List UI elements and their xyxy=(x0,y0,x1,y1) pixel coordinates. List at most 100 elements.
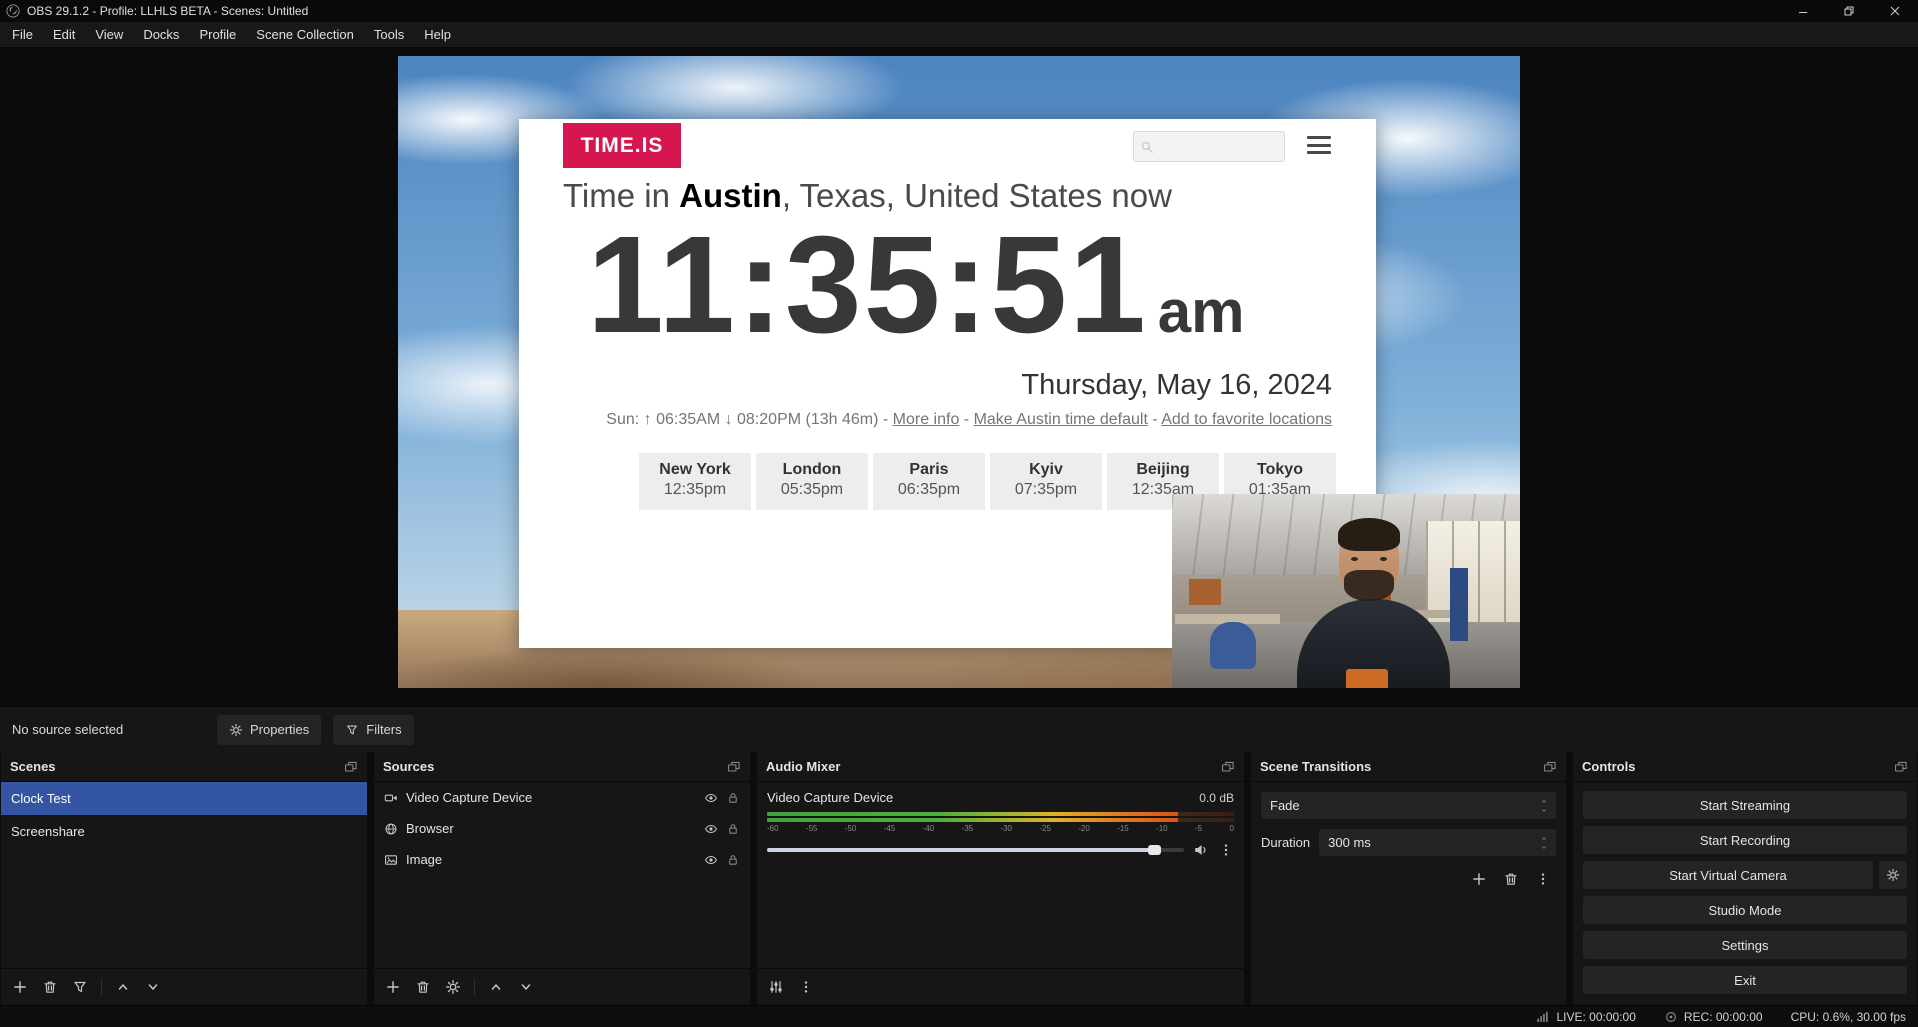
live-time: LIVE: 00:00:00 xyxy=(1556,1010,1635,1024)
advanced-audio-button[interactable] xyxy=(763,974,789,1000)
transition-menu-button[interactable] xyxy=(1530,866,1556,892)
move-scene-up-button[interactable] xyxy=(110,974,136,1000)
move-source-up-button[interactable] xyxy=(483,974,509,1000)
city-kyiv[interactable]: Kyiv07:35pm xyxy=(990,453,1102,510)
controls-dock-header: Controls xyxy=(1573,752,1917,782)
source-item-browser[interactable]: Browser xyxy=(374,813,750,844)
timeis-date: Thursday, May 16, 2024 xyxy=(1021,369,1332,402)
dock-popout-icon xyxy=(1894,760,1908,774)
stream-status-icon xyxy=(1536,1010,1550,1024)
person-head xyxy=(1339,521,1399,599)
add-favorite-link[interactable]: Add to favorite locations xyxy=(1161,411,1332,428)
close-button[interactable] xyxy=(1872,0,1918,22)
city-newyork[interactable]: New York12:35pm xyxy=(639,453,751,510)
city-london[interactable]: London05:35pm xyxy=(756,453,868,510)
dock-popout-icon xyxy=(344,760,358,774)
scene-filters-button[interactable] xyxy=(67,974,93,1000)
menu-item-tools[interactable]: Tools xyxy=(364,22,414,47)
add-scene-button[interactable] xyxy=(7,974,33,1000)
menu-item-view[interactable]: View xyxy=(85,22,133,47)
controls-panel-title: Controls xyxy=(1582,759,1635,774)
move-scene-down-button[interactable] xyxy=(140,974,166,1000)
virtual-camera-settings-button[interactable] xyxy=(1879,861,1907,889)
properties-button[interactable]: Properties xyxy=(217,715,321,745)
controls-dock: Controls Start Streaming Start Recording… xyxy=(1573,752,1917,1005)
mixer-dock-header: Audio Mixer xyxy=(757,752,1244,782)
city-paris[interactable]: Paris06:35pm xyxy=(873,453,985,510)
add-source-button[interactable] xyxy=(380,974,406,1000)
rec-time: REC: 00:00:00 xyxy=(1684,1010,1763,1024)
remove-source-button[interactable] xyxy=(410,974,436,1000)
camera-icon xyxy=(384,791,398,805)
start-recording-button[interactable]: Start Recording xyxy=(1583,826,1907,854)
mixer-channel-menu-icon[interactable] xyxy=(1218,842,1234,858)
visibility-icon[interactable] xyxy=(704,822,718,836)
more-info-link[interactable]: More info xyxy=(893,411,960,428)
move-source-down-button[interactable] xyxy=(513,974,539,1000)
city-name: New York xyxy=(639,461,751,479)
make-default-link[interactable]: Make Austin time default xyxy=(974,411,1148,428)
menu-item-profile[interactable]: Profile xyxy=(189,22,246,47)
meter-scale-label: -15 xyxy=(1117,824,1129,833)
meter-scale-label: -50 xyxy=(845,824,857,833)
minimize-button[interactable] xyxy=(1780,0,1826,22)
meter-scale-label: -40 xyxy=(923,824,935,833)
duration-decrease-icon[interactable] xyxy=(1538,844,1550,851)
duration-increase-icon[interactable] xyxy=(1538,835,1550,842)
city-time: 06:35pm xyxy=(873,481,985,499)
dock-area: Scenes Clock Test Screenshare Sources xyxy=(0,752,1918,1005)
menu-item-help[interactable]: Help xyxy=(414,22,461,47)
chevron-up-icon xyxy=(1538,798,1550,805)
duration-spinbox[interactable]: 300 ms xyxy=(1319,829,1556,856)
visibility-icon[interactable] xyxy=(704,791,718,805)
scene-item-screenshare[interactable]: Screenshare xyxy=(1,815,367,848)
speaker-icon[interactable] xyxy=(1193,842,1209,858)
filters-button[interactable]: Filters xyxy=(333,715,413,745)
exit-button[interactable]: Exit xyxy=(1583,966,1907,994)
source-item-image[interactable]: Image xyxy=(374,844,750,875)
filters-label: Filters xyxy=(366,722,401,737)
source-item-video-capture[interactable]: Video Capture Device xyxy=(374,782,750,813)
volume-slider[interactable] xyxy=(767,848,1184,852)
sun-info-line: Sun: ↑ 06:35AM ↓ 08:20PM (13h 46m) - Mor… xyxy=(606,411,1332,429)
hamburger-menu-icon[interactable] xyxy=(1307,136,1331,154)
search-icon xyxy=(1140,140,1154,154)
settings-button[interactable]: Settings xyxy=(1583,931,1907,959)
volume-slider-handle[interactable] xyxy=(1148,845,1161,855)
cpu-stats: CPU: 0.6%, 30.00 fps xyxy=(1791,1010,1906,1024)
duration-value: 300 ms xyxy=(1328,835,1538,850)
menu-item-edit[interactable]: Edit xyxy=(43,22,85,47)
menu-item-docks[interactable]: Docks xyxy=(133,22,189,47)
meter-fill xyxy=(767,818,1178,822)
lock-icon[interactable] xyxy=(726,822,740,836)
filter-icon xyxy=(345,723,359,737)
visibility-icon[interactable] xyxy=(704,853,718,867)
start-streaming-button[interactable]: Start Streaming xyxy=(1583,791,1907,819)
mixer-menu-button[interactable] xyxy=(793,974,819,1000)
source-properties-button[interactable] xyxy=(440,974,466,1000)
restore-button[interactable] xyxy=(1826,0,1872,22)
gear-icon xyxy=(229,723,243,737)
city-name: Tokyo xyxy=(1224,461,1336,479)
clock-ampm: am xyxy=(1158,277,1245,346)
studio-mode-button[interactable]: Studio Mode xyxy=(1583,896,1907,924)
lock-icon[interactable] xyxy=(726,853,740,867)
meter-scale-label: -55 xyxy=(806,824,818,833)
lock-icon[interactable] xyxy=(726,791,740,805)
source-name: Image xyxy=(406,852,696,867)
remove-transition-button[interactable] xyxy=(1498,866,1524,892)
timeis-search-box xyxy=(1133,131,1285,162)
timeis-search-input[interactable] xyxy=(1158,139,1270,155)
start-virtual-camera-button[interactable]: Start Virtual Camera xyxy=(1583,861,1873,889)
remove-scene-button[interactable] xyxy=(37,974,63,1000)
program-canvas[interactable]: TIME.IS Time in Austin, Texas, United St… xyxy=(398,56,1520,688)
scene-item-clock-test[interactable]: Clock Test xyxy=(1,782,367,815)
menu-item-scene-collection[interactable]: Scene Collection xyxy=(246,22,364,47)
dock-popout-icon xyxy=(727,760,741,774)
person-shirt-accent xyxy=(1346,669,1388,688)
menu-item-file[interactable]: File xyxy=(2,22,43,47)
transition-select[interactable]: Fade xyxy=(1261,792,1556,819)
meter-scale-label: -5 xyxy=(1195,824,1202,833)
window-title: OBS 29.1.2 - Profile: LLHLS BETA - Scene… xyxy=(27,4,308,18)
add-transition-button[interactable] xyxy=(1466,866,1492,892)
